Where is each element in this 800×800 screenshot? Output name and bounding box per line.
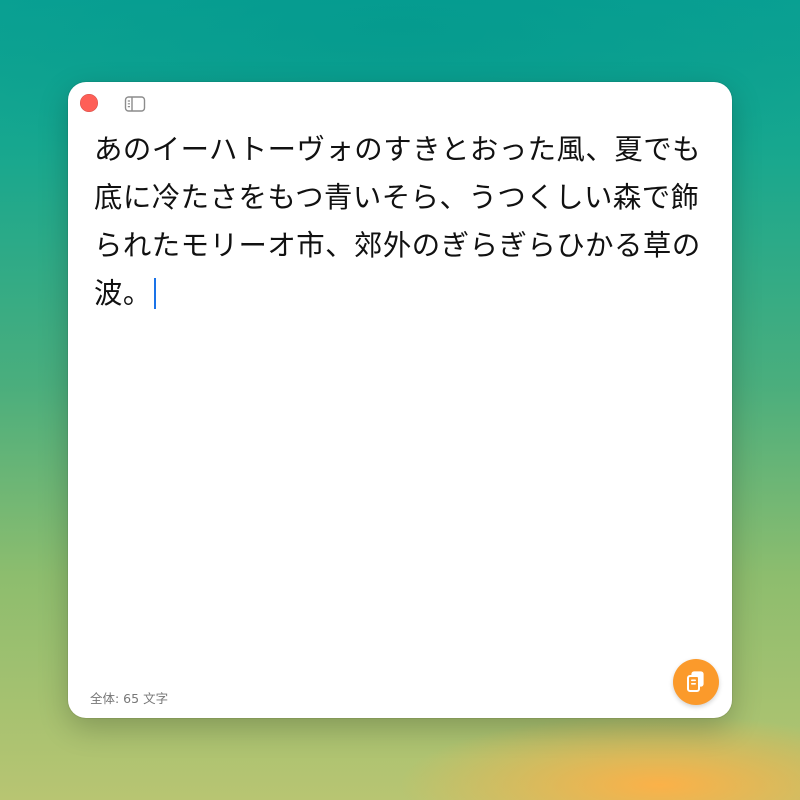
sidebar-icon [124, 96, 146, 112]
close-button[interactable] [80, 94, 98, 112]
text-caret [153, 278, 156, 309]
copy-button[interactable] [673, 659, 719, 705]
app-window: あのイーハトーヴォのすきとおった風、夏でも底に冷たさをもつ青いそら、うつくしい森… [68, 82, 732, 718]
sidebar-toggle-button[interactable] [124, 95, 146, 113]
editor-text: あのイーハトーヴォのすきとおった風、夏でも底に冷たさをもつ青いそら、うつくしい森… [94, 133, 701, 310]
text-editor[interactable]: あのイーハトーヴォのすきとおった風、夏でも底に冷たさをもつ青いそら、うつくしい森… [94, 126, 706, 666]
copy-icon [687, 671, 704, 692]
character-count: 全体: 65 文字 [90, 691, 169, 706]
